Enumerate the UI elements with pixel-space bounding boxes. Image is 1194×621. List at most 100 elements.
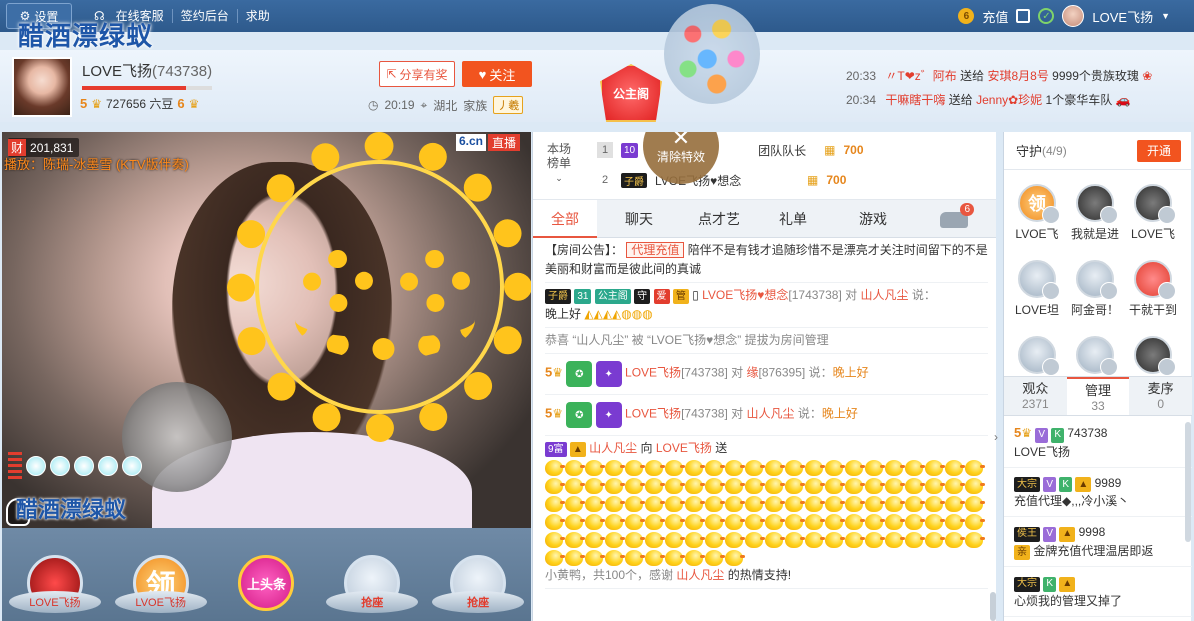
brand-watermark: 醋酒漂绿蚁 bbox=[18, 21, 154, 51]
seat-5[interactable]: 抢座 bbox=[432, 531, 525, 615]
verified-icon[interactable]: ✓ bbox=[1038, 8, 1055, 24]
gift-sender[interactable]: 〃T❤z゛阿布 bbox=[885, 69, 956, 83]
tab-managers[interactable]: 管理 33 bbox=[1066, 377, 1130, 415]
chat-scrollbar[interactable] bbox=[990, 592, 996, 621]
sign-backend-link[interactable]: 签约后台 bbox=[173, 9, 238, 23]
gift-thanks-user[interactable]: 山人凡尘 bbox=[676, 568, 724, 582]
guard-member[interactable]: 阿金哥！ bbox=[1066, 252, 1124, 318]
noble-badge: 子爵 bbox=[545, 289, 571, 304]
gold-coin-icon: ▦ bbox=[824, 143, 836, 157]
gift-summary: 小黄鸭，共100个，感谢 bbox=[545, 568, 674, 582]
duck-icon bbox=[705, 532, 725, 548]
duck-icon bbox=[785, 514, 805, 530]
gift-target[interactable]: Jenny✿珍妮 bbox=[976, 93, 1042, 107]
seat-label: LVOE飞扬 bbox=[114, 591, 207, 613]
top-bar: ⚙ 设置 ☊ 在线客服 签约后台 求助 6 充值 ✓ LOVE飞扬 ▼ bbox=[0, 0, 1194, 32]
seat-2[interactable]: 领 LVOE飞扬 bbox=[114, 531, 207, 615]
edit-icon[interactable] bbox=[1016, 9, 1031, 23]
chat-target[interactable]: 山人凡尘 bbox=[746, 407, 794, 421]
anchor-avatar[interactable] bbox=[12, 57, 72, 117]
seat-1[interactable]: LOVE飞扬 bbox=[8, 531, 101, 615]
tab-audience[interactable]: 观众 2371 bbox=[1004, 377, 1067, 415]
guard-member[interactable]: 我就是进 bbox=[1066, 176, 1124, 242]
chevron-down-icon: ⌄ bbox=[555, 173, 563, 183]
gift-sender[interactable]: 山人凡尘 bbox=[589, 441, 637, 455]
chat-target[interactable]: 山人凡尘 bbox=[861, 288, 909, 302]
manager-icon: ▲ bbox=[569, 442, 586, 457]
rank-row[interactable]: 2 子爵 LVOE飞扬♥想念 ▦ 700 bbox=[597, 168, 846, 192]
guard-avatar bbox=[1134, 184, 1176, 224]
gift-broadcast-row: 20:34 干嘛瞎干嗨 送给 Jenny✿珍妮 1个豪华车队 🚗 bbox=[846, 88, 1186, 112]
gift-target[interactable]: LOVE飞扬 bbox=[656, 441, 712, 455]
duck-icon bbox=[865, 478, 885, 494]
rank-label[interactable]: 本场榜单 ⌄ bbox=[545, 142, 573, 185]
duck-icon bbox=[605, 496, 625, 512]
duck-icon bbox=[705, 550, 725, 566]
help-link[interactable]: 求助 bbox=[238, 9, 278, 23]
k-icon: K bbox=[1051, 427, 1065, 443]
duck-icon bbox=[785, 460, 805, 476]
follow-button[interactable]: ♥ 关注 bbox=[462, 61, 532, 87]
guard-member[interactable]: 干就干到 bbox=[1124, 252, 1182, 318]
grab-seat-button[interactable]: 抢座 bbox=[326, 591, 419, 613]
manager-item[interactable]: 5♛ V K 743738 LOVE飞扬 bbox=[1004, 418, 1192, 468]
manager-scrollbar[interactable] bbox=[1185, 422, 1191, 542]
user-name[interactable]: LOVE飞扬 bbox=[1092, 7, 1153, 26]
user-avatar[interactable] bbox=[1062, 5, 1085, 27]
manager-name: 金牌充值代理温居即返 bbox=[1033, 543, 1154, 558]
duck-icon bbox=[625, 496, 645, 512]
tab-gift-list[interactable]: 礼单 bbox=[761, 200, 825, 238]
guard-shield-icon bbox=[1100, 206, 1118, 224]
crown-icon: ♛ bbox=[91, 96, 102, 111]
guard-avatar bbox=[1076, 260, 1118, 300]
collapse-arrow-icon[interactable]: › bbox=[994, 430, 998, 444]
chat-target[interactable]: 缘 bbox=[746, 366, 758, 380]
chat-user[interactable]: LOVE飞扬 bbox=[625, 366, 681, 380]
duck-icon bbox=[685, 478, 705, 494]
guard-header: 守护 (4/9) 开通 bbox=[1004, 132, 1191, 170]
tab-all[interactable]: 全部 bbox=[533, 199, 597, 238]
chat-text: 晚上好 bbox=[545, 307, 582, 321]
headline-seat[interactable]: 上头条 bbox=[220, 531, 312, 615]
duck-icon bbox=[665, 514, 685, 530]
gift-sender[interactable]: 干嘛瞎干嗨 bbox=[885, 93, 945, 107]
chevron-down-icon[interactable]: ▼ bbox=[1161, 11, 1170, 21]
guard-member[interactable]: 领 LVOE飞 bbox=[1008, 176, 1066, 242]
chat-to: 对 bbox=[731, 406, 744, 421]
duck-icon bbox=[725, 532, 745, 548]
duck-icon bbox=[905, 514, 925, 530]
gift-time: 20:34 bbox=[846, 93, 877, 107]
gift-target[interactable]: 安琪8月8号 bbox=[987, 69, 1048, 83]
tab-games[interactable]: 游戏 bbox=[841, 200, 905, 238]
guard-member[interactable]: LOVE飞 bbox=[1124, 176, 1182, 242]
chat-user[interactable]: LOVE飞扬 bbox=[625, 407, 681, 421]
tab-talent[interactable]: 点才艺 bbox=[687, 200, 751, 238]
duck-icon bbox=[725, 496, 745, 512]
tab-mic-queue[interactable]: 麦序 0 bbox=[1129, 377, 1192, 415]
princess-pavilion-badge[interactable]: 公主阁 bbox=[600, 64, 662, 122]
duck-icon bbox=[645, 478, 665, 494]
recharge-link[interactable]: 充值 bbox=[982, 7, 1008, 26]
family-tag[interactable]: 丿羲 bbox=[493, 96, 524, 114]
grab-seat-button[interactable]: 抢座 bbox=[432, 591, 525, 613]
rank-row[interactable]: 1 10 团队队长 ▦ 700 bbox=[597, 138, 864, 162]
duck-icon bbox=[905, 496, 925, 512]
chat-user-id: [1743738] bbox=[788, 288, 842, 302]
chat-user[interactable]: LVOE飞扬♥想念 bbox=[702, 288, 788, 302]
share-button[interactable]: ⇱ 分享有奖 bbox=[379, 61, 455, 87]
manager-item[interactable]: 大宗 V K ▲ 9989 充值代理◆,,,冷小溪丶 bbox=[1004, 468, 1192, 517]
tab-chat[interactable]: 聊天 bbox=[607, 200, 671, 238]
open-guard-button[interactable]: 开通 bbox=[1137, 139, 1181, 162]
manager-item[interactable]: 侯王 V ▲ 9998 亲 金牌充值代理温居即返 bbox=[1004, 517, 1192, 567]
duck-icon bbox=[965, 478, 985, 494]
notice-tag[interactable]: 代理充值 bbox=[626, 242, 685, 258]
location-icon: ⌖ bbox=[420, 97, 428, 112]
seat-4[interactable]: 抢座 bbox=[326, 531, 419, 615]
video-player[interactable]: 财 201,831 播放：陈瑞-冰墨雪 (KTV版伴奏) 6.cn 直播 醋酒漂… bbox=[2, 132, 531, 528]
manager-item[interactable]: 大宗 K ▲ 心烦我的管理又掉了 bbox=[1004, 567, 1192, 617]
follow-label: 关注 bbox=[489, 67, 516, 83]
guard-name: 干就干到 bbox=[1128, 303, 1177, 317]
audience-tabs: 观众 2371 管理 33 麦序 0 bbox=[1004, 376, 1192, 416]
guard-member[interactable]: LOVE坦 bbox=[1008, 252, 1066, 318]
duck-icon bbox=[545, 514, 565, 530]
